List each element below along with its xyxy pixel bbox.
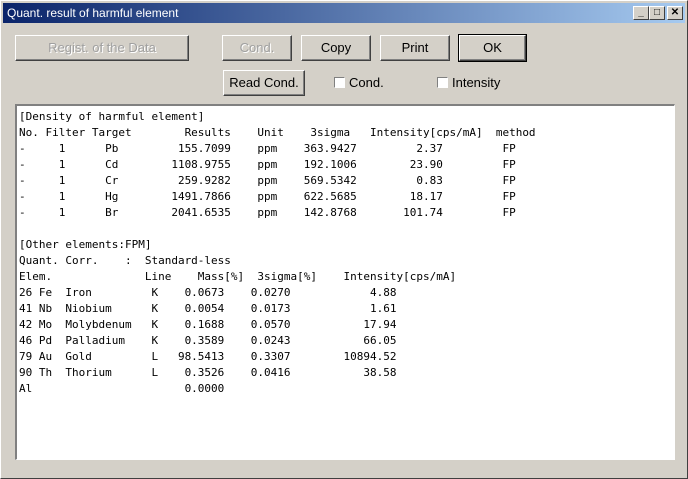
cond-checkbox[interactable]: Cond. <box>334 74 384 90</box>
report-line: 42 Mo Molybdenum K 0.1688 0.0570 17.94 <box>19 318 397 331</box>
cond-button[interactable]: Cond. <box>222 35 292 61</box>
regist-data-button[interactable]: Regist. of the Data <box>15 35 189 61</box>
report-line: 26 Fe Iron K 0.0673 0.0270 4.88 <box>19 286 397 299</box>
report-line: [Density of harmful element] <box>19 110 205 123</box>
report-line: - 1 Cr 259.9282 ppm 569.5342 0.83 FP <box>19 174 516 187</box>
close-icon: ✕ <box>670 7 680 18</box>
report-line: Elem. Line Mass[%] 3sigma[%] Intensity[c… <box>19 270 457 283</box>
result-dialog: Quant. result of harmful element _ □ ✕ R… <box>0 0 688 479</box>
print-button[interactable]: Print <box>380 35 450 61</box>
report-line: Quant. Corr. : Standard-less <box>19 254 231 267</box>
result-text: [Density of harmful element] No. Filter T… <box>19 109 536 397</box>
report-line: Al 0.0000 <box>19 382 225 395</box>
report-line: - 1 Hg 1491.7866 ppm 622.5685 18.17 FP <box>19 190 516 203</box>
ok-button[interactable]: OK <box>458 34 527 62</box>
window-title: Quant. result of harmful element <box>7 6 179 20</box>
report-line: 90 Th Thorium L 0.3526 0.0416 38.58 <box>19 366 397 379</box>
maximize-icon: □ <box>653 7 661 18</box>
intensity-checkbox-label: Intensity <box>452 74 501 90</box>
minimize-icon: _ <box>638 7 644 18</box>
status-bar <box>4 462 684 476</box>
intensity-checkbox-box[interactable] <box>437 76 448 88</box>
report-line: No. Filter Target Results Unit 3sigma In… <box>19 126 536 139</box>
result-text-area[interactable]: [Density of harmful element] No. Filter T… <box>15 104 675 460</box>
intensity-checkbox[interactable]: Intensity <box>437 74 500 90</box>
copy-button[interactable]: Copy <box>301 35 371 61</box>
minimize-button[interactable]: _ <box>633 6 649 20</box>
report-line: 46 Pd Palladium K 0.3589 0.0243 66.05 <box>19 334 397 347</box>
cond-checkbox-box[interactable] <box>334 76 345 88</box>
close-button[interactable]: ✕ <box>667 6 683 20</box>
report-line: - 1 Pb 155.7099 ppm 363.9427 2.37 FP <box>19 142 516 155</box>
cond-checkbox-label: Cond. <box>349 74 384 90</box>
report-line: - 1 Cd 1108.9755 ppm 192.1006 23.90 FP <box>19 158 516 171</box>
maximize-button[interactable]: □ <box>649 6 665 20</box>
report-line <box>19 221 536 237</box>
title-bar[interactable]: Quant. result of harmful element _ □ ✕ <box>3 3 685 23</box>
report-line: 41 Nb Niobium K 0.0054 0.0173 1.61 <box>19 302 397 315</box>
report-line: 79 Au Gold L 98.5413 0.3307 10894.52 <box>19 350 397 363</box>
read-cond-button[interactable]: Read Cond. <box>223 70 305 96</box>
report-line: [Other elements:FPM] <box>19 238 152 251</box>
report-line: - 1 Br 2041.6535 ppm 142.8768 101.74 FP <box>19 206 516 219</box>
